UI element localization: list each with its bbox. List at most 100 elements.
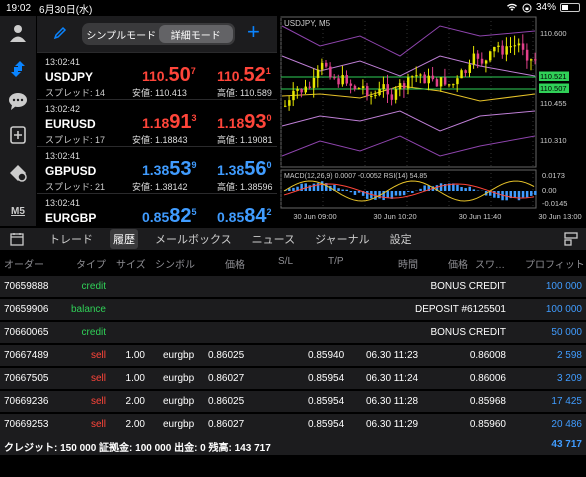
quote-row-usdjpy[interactable]: 13:02:41 USDJPY スプレッド: 14 110.507 110.521 安値:… <box>37 52 277 98</box>
candle-body <box>448 84 451 86</box>
cell-order: 70669253 <box>4 419 49 430</box>
candle-body <box>333 77 336 79</box>
macd-bar <box>353 191 357 195</box>
candle-body <box>382 84 385 90</box>
quote-ask[interactable]: 1.38560 <box>217 158 272 181</box>
edit-pencil-icon[interactable] <box>53 26 67 40</box>
quote-time: 13:02:41 <box>45 198 81 208</box>
candle-body <box>415 75 418 77</box>
cell-sl: 0.85940 <box>308 350 345 361</box>
quote-bid[interactable]: 1.18913 <box>142 111 197 134</box>
time-label: 30 Jun 10:20 <box>373 212 416 221</box>
bid-fraction: 5 <box>191 207 197 217</box>
tab-history[interactable]: 履歴 <box>110 229 138 249</box>
history-row[interactable]: 70659888 credit BONUS CREDIT 100 000 <box>0 275 586 297</box>
macd-bar <box>386 191 389 198</box>
candle-body <box>407 77 410 89</box>
candle-body <box>464 70 467 73</box>
macd-bar <box>407 191 410 192</box>
tab-news[interactable]: ニュース <box>249 229 298 249</box>
simple-mode-tab[interactable]: シンプルモード <box>84 25 159 43</box>
calendar-icon[interactable] <box>10 232 24 246</box>
candle-body <box>320 62 324 70</box>
quote-ask[interactable]: 110.521 <box>217 64 271 87</box>
chart-title: USDJPY, M5 <box>284 19 331 28</box>
cell-order: 70667505 <box>4 373 49 384</box>
history-row[interactable]: 70667489 sell 1.00 eurgbp 0.86025 0.85940 06.3… <box>0 344 586 366</box>
cell-size: 2.00 <box>125 396 145 407</box>
candle-body <box>284 105 287 107</box>
candle-body <box>288 100 291 106</box>
quote-bid[interactable]: 110.507 <box>142 64 196 87</box>
candle-body <box>484 60 488 64</box>
cell-profit: 100 000 <box>545 304 582 315</box>
candle-body <box>431 75 435 80</box>
cell-close: 0.86008 <box>469 350 506 361</box>
battery-percent: 34% <box>535 2 556 13</box>
history-row[interactable]: 70660065 credit BONUS CREDIT 50 000 <box>0 321 586 343</box>
candle-body <box>427 75 430 84</box>
summary-total: 43 717 <box>551 439 582 450</box>
bid-prefix: 0.85 <box>142 209 170 225</box>
candle-body <box>386 84 389 95</box>
candle-body <box>525 49 529 61</box>
history-row[interactable]: 70667505 sell 1.00 eurgbp 0.86027 0.85954 06.3… <box>0 367 586 389</box>
macd-bar <box>341 189 344 191</box>
cell-symbol: eurgbp <box>163 419 195 430</box>
status-bar: 19:02 6月30日(水) 34% <box>0 0 586 16</box>
col-tp: T/P <box>328 256 344 267</box>
history-row[interactable]: 70669253 sell 2.00 eurgbp 0.86027 0.85954 06.3… <box>0 413 586 435</box>
add-chart-icon[interactable] <box>7 124 29 146</box>
price-chart[interactable]: USDJPY, M5 110.600 110.521 110.507 110.455 11… <box>280 16 586 226</box>
battery-icon <box>560 3 580 12</box>
candle-body <box>357 88 361 90</box>
cell-price: 0.86027 <box>208 373 245 384</box>
cell-profit: 20 486 <box>551 419 582 430</box>
tab-mailbox[interactable]: メールボックス <box>152 229 235 249</box>
quote-ask[interactable]: 0.85842 <box>217 205 272 228</box>
candle-body <box>312 77 316 88</box>
cell-order: 70659906 <box>4 304 49 315</box>
candle-body <box>419 74 422 76</box>
cell-symbol: eurgbp <box>163 350 195 361</box>
history-row[interactable]: 70659906 balance DEPOSIT #6125501 100 000 <box>0 298 586 320</box>
ask-prefix: 1.38 <box>217 162 245 178</box>
macd-bar <box>525 191 529 198</box>
tab-trade[interactable]: トレード <box>46 229 96 249</box>
macd-bar <box>398 191 402 196</box>
indicators-icon[interactable] <box>7 162 29 184</box>
wifi-icon <box>506 3 517 11</box>
cell-sl: 0.85954 <box>308 373 345 384</box>
cell-close: 0.85968 <box>469 396 506 407</box>
quote-bid[interactable]: 0.85825 <box>142 205 197 228</box>
candle-body <box>345 75 348 84</box>
time-label: 30 Jun 13:00 <box>538 212 581 221</box>
person-icon[interactable] <box>7 22 29 44</box>
add-symbol-icon[interactable]: + <box>247 21 260 43</box>
layout-toggle-icon[interactable] <box>564 232 578 246</box>
history-row[interactable]: 70669236 sell 2.00 eurgbp 0.86025 0.85954 06.3… <box>0 390 586 412</box>
quote-row-gbpusd[interactable]: 13:02:41 GBPUSD スプレッド: 21 1.38539 1.38560 安値:… <box>37 146 277 192</box>
cell-size: 1.00 <box>125 350 145 361</box>
time-label: 30 Jun 09:00 <box>293 212 336 221</box>
quote-ask[interactable]: 1.18930 <box>217 111 272 134</box>
quote-low: 安値: 1.18843 <box>132 135 188 145</box>
candle-body <box>329 66 332 78</box>
macd-bar <box>394 191 398 196</box>
quote-bid[interactable]: 1.38539 <box>142 158 197 181</box>
quote-row-eurusd[interactable]: 13:02:42 EURUSD スプレッド: 17 1.18913 1.18930 安値:… <box>37 99 277 145</box>
tab-journal[interactable]: ジャーナル <box>312 229 372 249</box>
col-profit: プロフィット <box>525 260 585 271</box>
cell-order: 70660065 <box>4 327 49 338</box>
price-label: 110.455 <box>540 99 567 108</box>
tab-settings[interactable]: 設定 <box>387 229 415 249</box>
timeframe-m5-button[interactable]: M5 <box>7 200 29 222</box>
candle-body <box>366 86 369 97</box>
detail-mode-tab[interactable]: 詳細モード <box>158 25 233 43</box>
bid-pips: 82 <box>169 205 192 227</box>
macd-bar <box>419 188 422 191</box>
cell-order: 70667489 <box>4 350 49 361</box>
cell-close: DEPOSIT #6125501 <box>415 304 506 315</box>
trade-arrows-icon[interactable] <box>7 58 29 80</box>
chat-icon[interactable] <box>7 90 29 112</box>
